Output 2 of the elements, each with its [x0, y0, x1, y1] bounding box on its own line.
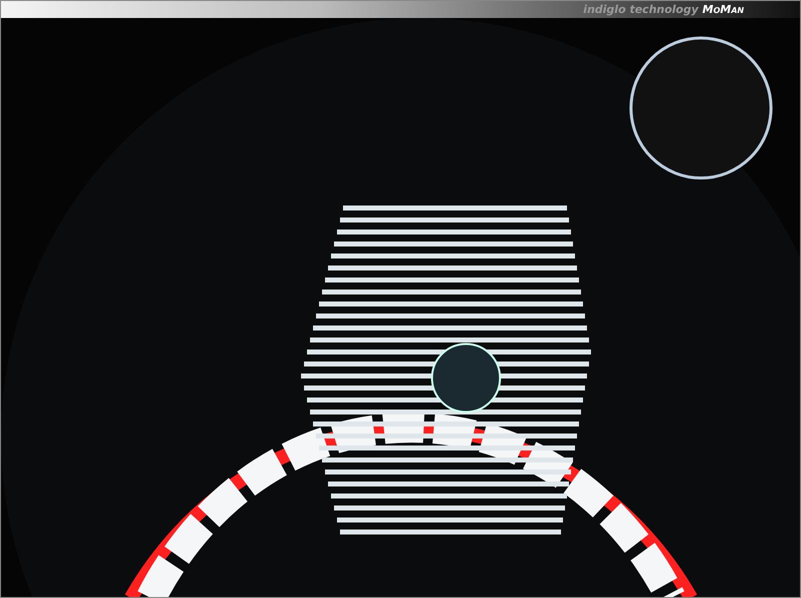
- tagline: indiglo technology: [583, 2, 698, 16]
- brand-logo: MoMan: [702, 2, 744, 16]
